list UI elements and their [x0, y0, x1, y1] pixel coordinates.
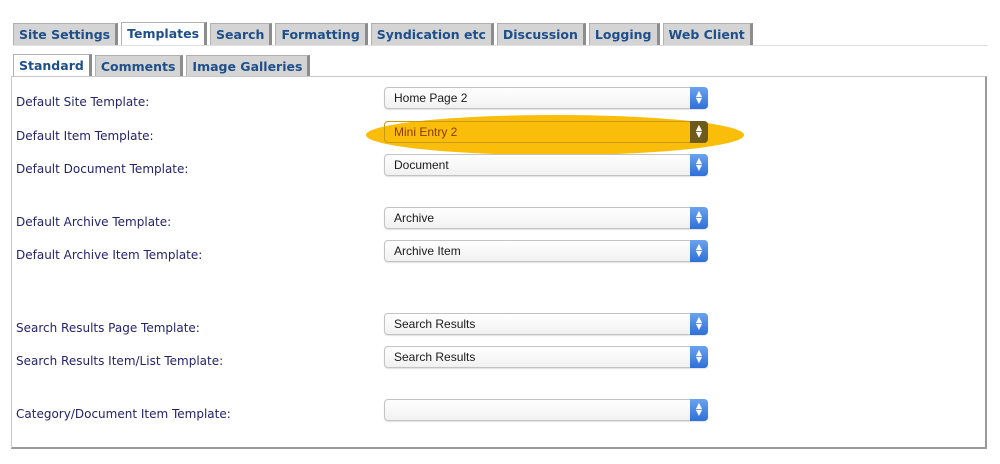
search-results-item-template-label: Search Results Item/List Template: — [16, 354, 224, 368]
tab-image-galleries[interactable]: Image Galleries — [186, 55, 311, 77]
select-updown-icon: ▲ ▼ — [690, 313, 708, 335]
tab-search[interactable]: Search — [210, 23, 273, 45]
row-default-site: Default Site Template: Home Page 2 ▲ ▼ — [12, 87, 985, 111]
select-updown-icon: ▲ ▼ — [690, 399, 708, 421]
default-document-template-value: Document — [394, 158, 449, 172]
row-default-archive: Default Archive Template: Archive ▲ ▼ — [12, 207, 985, 231]
tab-discussion[interactable]: Discussion — [496, 23, 586, 45]
row-category-document-item: Category/Document Item Template: ▲ ▼ — [12, 399, 985, 423]
default-archive-item-template-value: Archive Item — [394, 244, 461, 258]
select-updown-icon: ▲ ▼ — [690, 240, 708, 262]
tab-comments[interactable]: Comments — [94, 55, 184, 77]
tab-standard[interactable]: Standard — [13, 54, 92, 77]
row-search-results-page: Search Results Page Template: Search Res… — [12, 313, 985, 337]
tab-web-client[interactable]: Web Client — [662, 23, 753, 45]
default-item-template-label: Default Item Template: — [16, 129, 154, 143]
default-archive-template-label: Default Archive Template: — [16, 215, 172, 229]
default-site-template-value: Home Page 2 — [394, 91, 468, 105]
default-archive-template-select[interactable]: Archive ▲ ▼ — [384, 207, 708, 229]
tab-formatting[interactable]: Formatting — [275, 23, 368, 45]
tab-syndication[interactable]: Syndication etc — [370, 23, 494, 45]
category-document-item-template-label: Category/Document Item Template: — [16, 407, 231, 421]
default-archive-item-template-select[interactable]: Archive Item ▲ ▼ — [384, 240, 708, 262]
search-results-item-template-select[interactable]: Search Results ▲ ▼ — [384, 346, 708, 368]
default-site-template-label: Default Site Template: — [16, 95, 150, 109]
select-updown-icon: ▲ ▼ — [690, 121, 708, 143]
row-default-item: Default Item Template: Mini Entry 2 ▲ ▼ — [12, 121, 985, 145]
default-document-template-select[interactable]: Document ▲ ▼ — [384, 154, 708, 176]
tab-templates[interactable]: Templates — [121, 22, 208, 45]
tab-bar-divider — [13, 45, 988, 46]
row-default-document: Default Document Template: Document ▲ ▼ — [12, 154, 985, 178]
row-search-results-item: Search Results Item/List Template: Searc… — [12, 346, 985, 370]
select-updown-icon: ▲ ▼ — [690, 154, 708, 176]
search-results-page-template-label: Search Results Page Template: — [16, 321, 200, 335]
templates-panel: Default Site Template: Home Page 2 ▲ ▼ De… — [11, 76, 987, 449]
main-tab-bar: Site Settings Templates Search Formattin… — [13, 22, 753, 45]
search-results-page-template-select[interactable]: Search Results ▲ ▼ — [384, 313, 708, 335]
select-updown-icon: ▲ ▼ — [690, 87, 708, 109]
default-site-template-select[interactable]: Home Page 2 ▲ ▼ — [384, 87, 708, 109]
default-archive-template-value: Archive — [394, 211, 435, 225]
default-archive-item-template-label: Default Archive Item Template: — [16, 248, 203, 262]
tab-logging[interactable]: Logging — [588, 23, 660, 45]
search-results-item-template-value: Search Results — [394, 350, 476, 364]
default-document-template-label: Default Document Template: — [16, 162, 189, 176]
category-document-item-template-select[interactable]: ▲ ▼ — [384, 399, 708, 421]
sub-tab-bar: Standard Comments Image Galleries — [13, 54, 311, 77]
select-updown-icon: ▲ ▼ — [690, 207, 708, 229]
search-results-page-template-value: Search Results — [394, 317, 476, 331]
tab-site-settings[interactable]: Site Settings — [13, 23, 119, 45]
row-default-archive-item: Default Archive Item Template: Archive I… — [12, 240, 985, 264]
default-item-template-select[interactable]: Mini Entry 2 ▲ ▼ — [384, 121, 708, 143]
select-updown-icon: ▲ ▼ — [690, 346, 708, 368]
default-item-template-value: Mini Entry 2 — [394, 125, 458, 139]
